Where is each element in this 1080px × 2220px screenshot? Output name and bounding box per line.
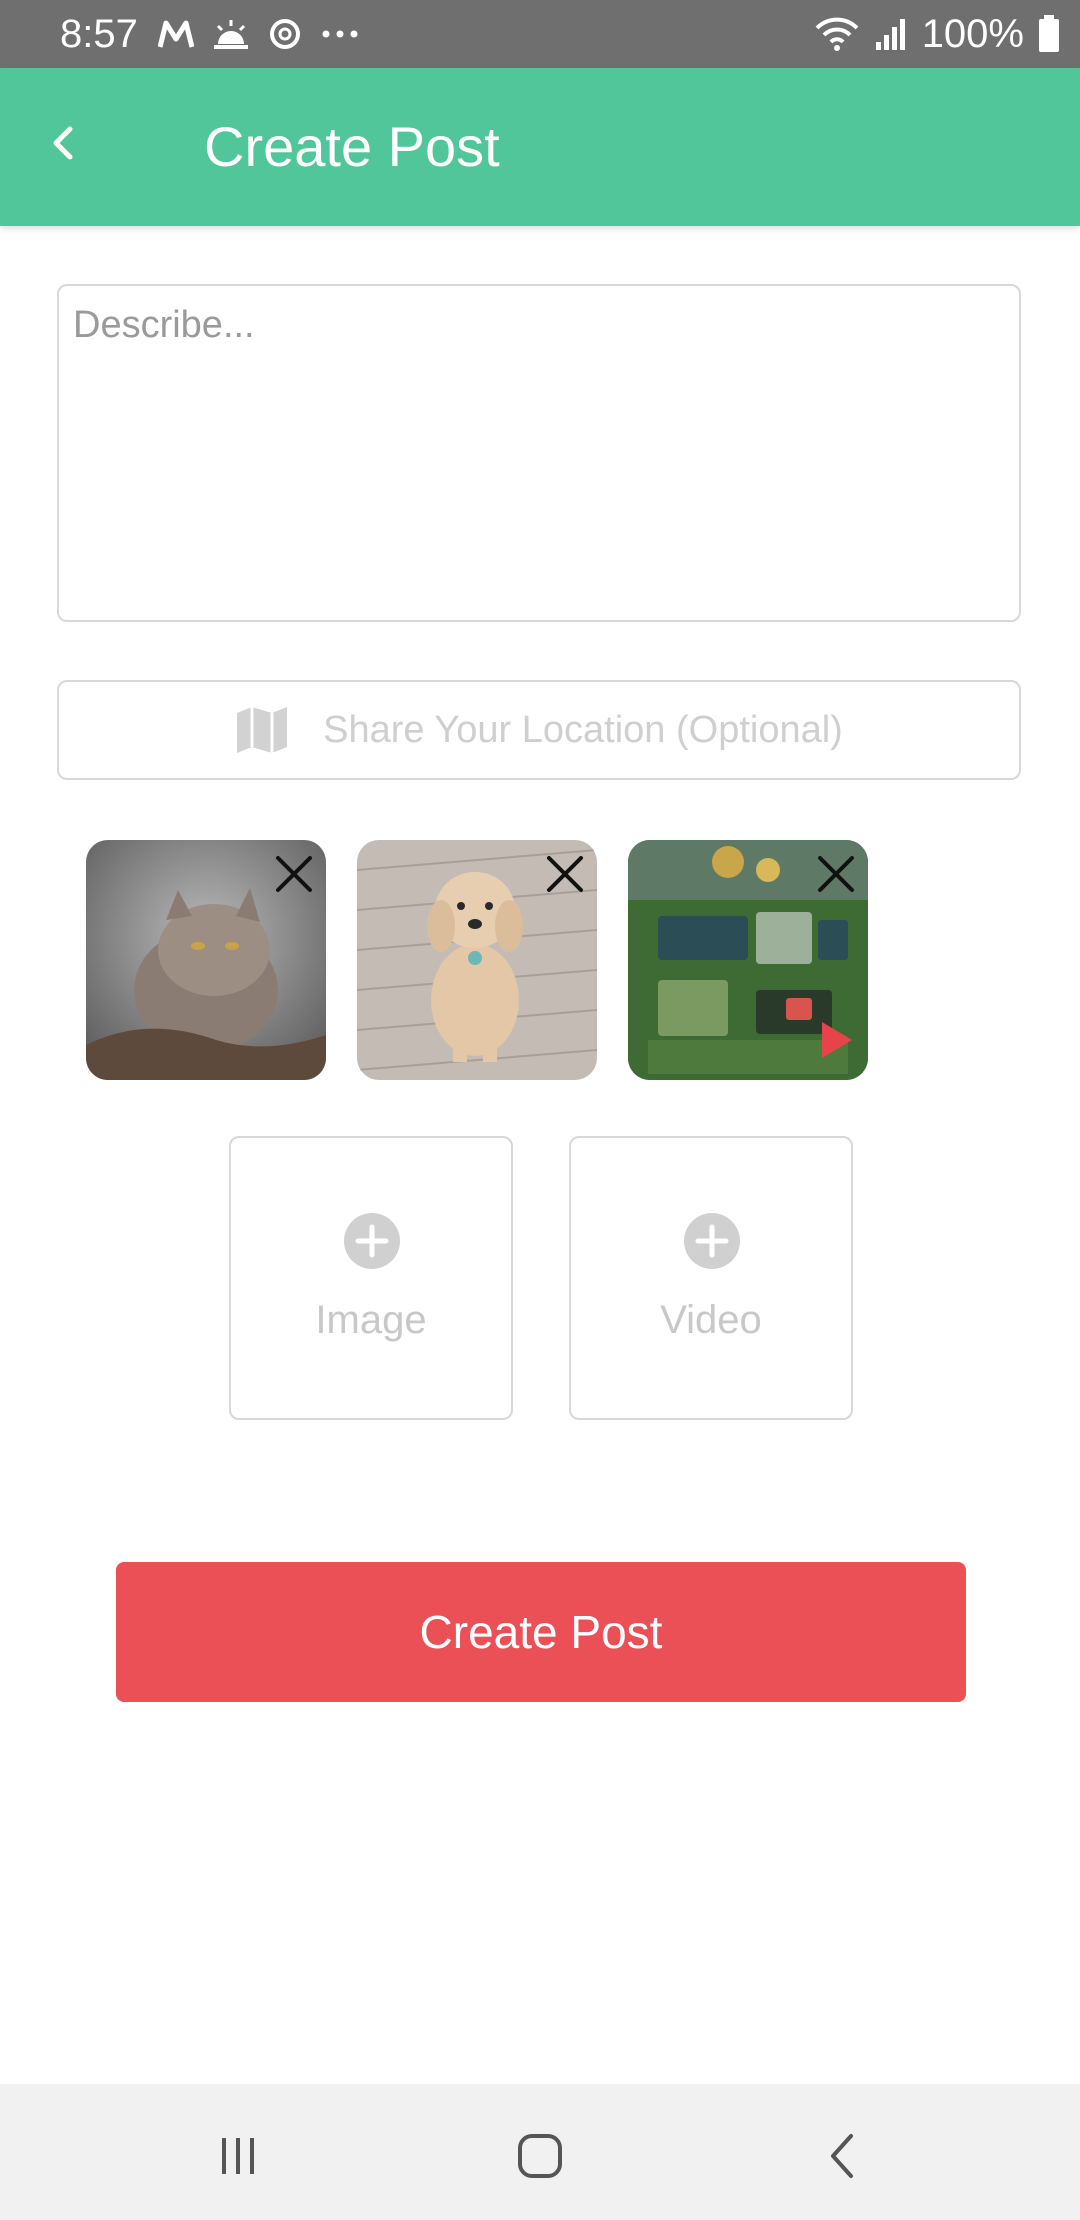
home-icon [518, 2134, 562, 2178]
nav-back-button[interactable] [810, 2124, 874, 2188]
add-image-button[interactable]: Image [229, 1136, 513, 1420]
describe-placeholder: Describe... [73, 304, 255, 346]
recent-apps-icon [222, 2138, 254, 2174]
play-icon [822, 1022, 852, 1058]
chevron-left-icon [53, 126, 73, 160]
add-image-label: Image [315, 1298, 427, 1342]
describe-textarea[interactable]: Describe... [57, 284, 1021, 622]
media-thumbnail-cat[interactable] [86, 840, 326, 1080]
system-nav-bar [0, 2084, 1080, 2220]
plus-circle-icon [344, 1213, 400, 1269]
create-post-button[interactable]: Create Post [116, 1562, 966, 1702]
wifi-icon [815, 17, 859, 51]
location-field[interactable]: Share Your Location (Optional) [57, 680, 1021, 780]
add-video-label: Video [660, 1298, 762, 1342]
status-bar: 8:57 100% [0, 0, 1080, 68]
more-dots-icon [322, 30, 358, 38]
status-right-icons: 100% [814, 10, 1060, 58]
media-thumbnail-video[interactable] [628, 840, 868, 1080]
plus-circle-icon [684, 1213, 740, 1269]
back-button[interactable] [36, 116, 90, 170]
close-icon[interactable] [541, 850, 589, 898]
home-button[interactable] [508, 2124, 572, 2188]
create-post-label: Create Post [419, 1606, 663, 1658]
location-placeholder: Share Your Location (Optional) [323, 708, 843, 751]
media-thumbnail-dog[interactable] [357, 840, 597, 1080]
page-title: Create Post [204, 115, 500, 178]
app-bar: Create Post [0, 68, 1080, 226]
battery-percent: 100% [921, 12, 1024, 56]
status-time: 8:57 [60, 12, 138, 56]
back-icon [831, 2134, 853, 2178]
signal-icon [875, 19, 905, 50]
map-icon [237, 707, 288, 753]
add-video-button[interactable]: Video [569, 1136, 853, 1420]
motorola-m-icon [158, 20, 194, 48]
status-left-icons [158, 12, 360, 56]
weather-sunrise-icon [214, 20, 248, 49]
recent-apps-button[interactable] [206, 2124, 270, 2188]
close-icon[interactable] [812, 850, 860, 898]
close-icon[interactable] [270, 850, 318, 898]
battery-icon [1039, 15, 1059, 52]
sync-icon [270, 19, 300, 49]
